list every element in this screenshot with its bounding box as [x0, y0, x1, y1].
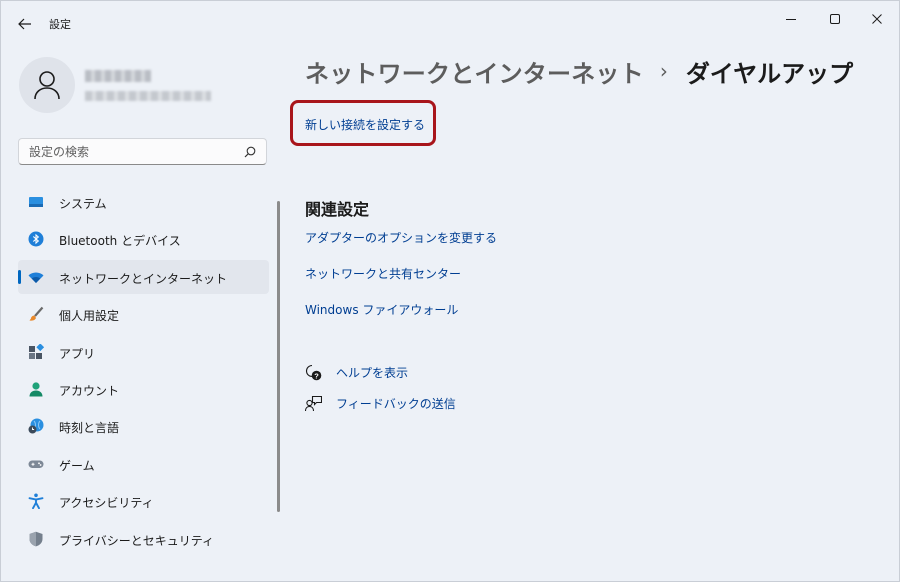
new-connection-link[interactable]: 新しい接続を設定する	[305, 116, 425, 133]
sidebar-item-label: アクセシビリティ	[59, 496, 154, 511]
get-help-row[interactable]: ? ヘルプを表示	[305, 362, 408, 382]
svg-text:?: ?	[314, 371, 319, 380]
close-button[interactable]	[855, 5, 899, 33]
sidebar-item-label: Bluetooth とデバイス	[59, 234, 181, 249]
bluetooth-icon	[28, 231, 44, 247]
maximize-icon	[830, 14, 840, 24]
sidebar-nav: システム Bluetooth とデバイス ネットワークとインターネット 個人用設…	[18, 185, 269, 559]
sidebar-item-accounts[interactable]: アカウント	[18, 372, 269, 406]
page-title: ダイヤルアップ	[685, 59, 854, 88]
account-icon	[29, 382, 43, 397]
app-title: 設定	[49, 18, 71, 31]
back-button[interactable]	[11, 11, 39, 37]
minimize-button[interactable]	[769, 5, 813, 33]
close-icon	[872, 14, 882, 24]
sidebar-item-label: システム	[59, 197, 107, 211]
sidebar-item-label: アカウント	[59, 383, 120, 398]
breadcrumb: ネットワークとインターネット › ダイヤルアップ	[305, 53, 853, 89]
help-icon: ?	[306, 364, 322, 380]
search-icon[interactable]	[244, 146, 256, 158]
sidebar-item-gaming[interactable]: ゲーム	[18, 447, 269, 481]
search-box	[18, 138, 267, 165]
title-bar: 設定	[1, 1, 899, 45]
feedback-icon	[305, 395, 322, 411]
sidebar-item-bluetooth[interactable]: Bluetooth とデバイス	[18, 222, 269, 256]
sidebar-item-label: ネットワークとインターネット	[59, 271, 228, 286]
breadcrumb-parent[interactable]: ネットワークとインターネット	[305, 54, 644, 89]
network-sharing-center-link[interactable]: ネットワークと共有センター	[305, 265, 461, 282]
user-email-redacted	[85, 91, 211, 101]
sidebar-item-system[interactable]: システム	[18, 185, 269, 219]
sidebar-scrollbar[interactable]	[277, 201, 280, 512]
sidebar-item-personalization[interactable]: 個人用設定	[18, 297, 269, 331]
arrow-left-icon	[18, 18, 31, 30]
system-icon	[29, 197, 43, 207]
sidebar-item-label: アプリ	[59, 346, 96, 361]
user-icon	[34, 71, 60, 100]
accessibility-icon	[28, 493, 44, 510]
sidebar-item-label: 時刻と言語	[59, 421, 120, 436]
search-input[interactable]	[19, 139, 234, 164]
gamepad-icon	[28, 460, 44, 468]
sidebar-item-accessibility[interactable]: アクセシビリティ	[18, 484, 269, 518]
maximize-button[interactable]	[813, 5, 857, 33]
sidebar-item-label: ゲーム	[59, 458, 95, 473]
sidebar-item-network[interactable]: ネットワークとインターネット	[18, 259, 269, 294]
sidebar-item-apps[interactable]: アプリ	[18, 335, 269, 369]
breadcrumb-separator: ›	[659, 59, 668, 83]
adapter-options-link[interactable]: アダプターのオプションを変更する	[305, 229, 497, 246]
related-settings-title: 関連設定	[305, 200, 370, 219]
brush-icon	[29, 306, 44, 321]
sidebar-item-label: 個人用設定	[59, 309, 120, 324]
wifi-icon	[28, 272, 44, 283]
user-name-redacted	[85, 70, 151, 82]
feedback-row[interactable]: フィードバックの送信	[305, 393, 456, 413]
time-language-icon	[28, 418, 44, 434]
settings-window: 設定 設定の検索 システム Bluetooth とデバイス ネットワークとインタ…	[0, 0, 900, 582]
windows-firewall-link[interactable]: Windows ファイアウォール	[305, 301, 458, 318]
get-help-link[interactable]: ヘルプを表示	[336, 364, 408, 381]
avatar[interactable]	[19, 57, 75, 113]
sidebar-item-label: プライバシーとセキュリティ	[59, 533, 215, 548]
selected-indicator	[18, 269, 21, 284]
shield-icon	[29, 531, 43, 546]
minimize-icon	[786, 19, 796, 20]
sidebar-item-time-language[interactable]: 時刻と言語	[18, 409, 269, 443]
sidebar-item-privacy[interactable]: プライバシーとセキュリティ	[18, 522, 269, 556]
feedback-link[interactable]: フィードバックの送信	[336, 395, 456, 412]
apps-icon	[29, 343, 44, 359]
